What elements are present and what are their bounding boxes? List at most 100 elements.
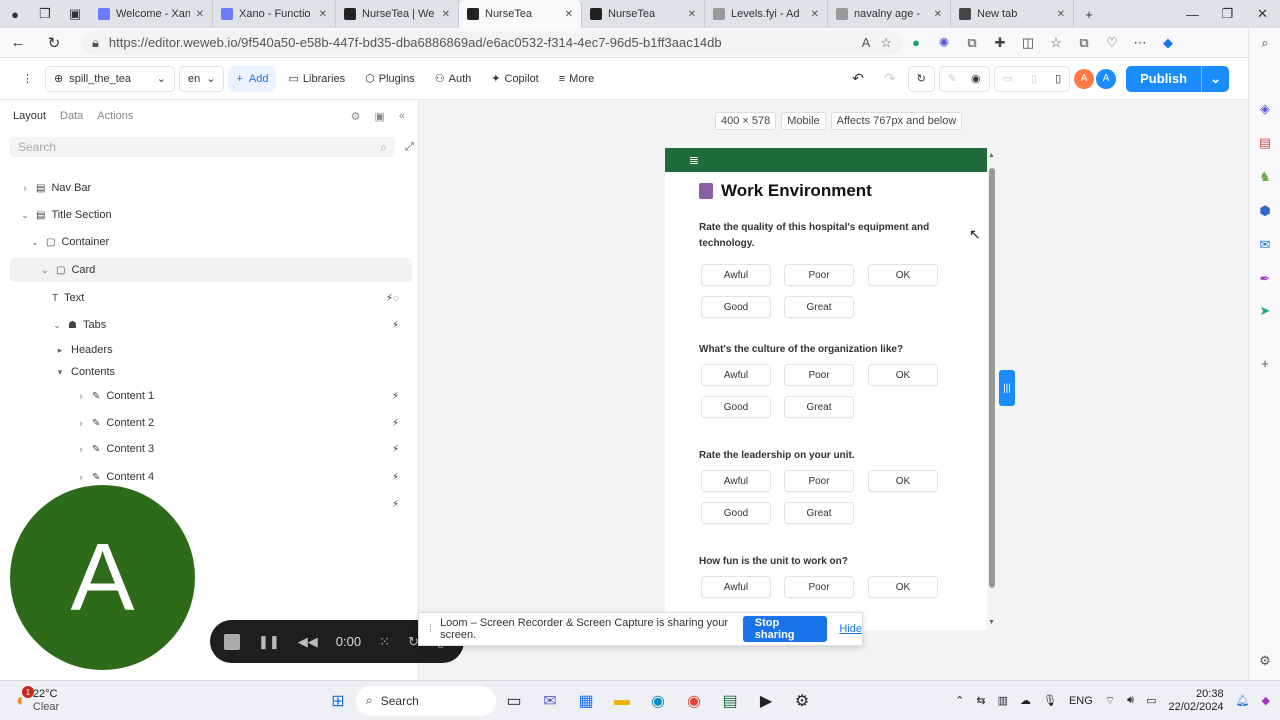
favorites-icon[interactable]: ☆ bbox=[1042, 35, 1070, 51]
project-select[interactable]: ⊕ spill_the_tea ⌄ bbox=[45, 65, 175, 92]
grammarly-icon[interactable]: ● bbox=[902, 35, 930, 50]
browser-tab[interactable]: NurseTea ✕ bbox=[459, 0, 582, 28]
scroll-up-icon[interactable]: ▲ bbox=[988, 152, 995, 159]
microphone-icon[interactable]: 🎙︎ bbox=[1043, 694, 1057, 707]
clock[interactable]: 20:38 22/02/2024 bbox=[1169, 688, 1224, 714]
settings-icon[interactable]: ⚙ bbox=[351, 110, 361, 123]
tab-actions[interactable]: Actions bbox=[97, 110, 133, 123]
bind-bolt-icon[interactable]: ⚡︎ bbox=[392, 320, 399, 331]
hamburger-menu-icon[interactable]: ≣ bbox=[689, 153, 699, 167]
refresh-icon[interactable]: ↻ bbox=[36, 34, 72, 52]
tree-item-title-section[interactable]: ⌄ ▤ Title Section bbox=[20, 203, 111, 227]
close-tab-icon[interactable]: ✕ bbox=[196, 9, 204, 20]
hide-link[interactable]: Hide bbox=[839, 623, 862, 635]
preview-eye-icon[interactable]: ◉ bbox=[971, 72, 981, 85]
tree-item-tabs[interactable]: ⌄ ☗ Tabs ⚡︎ bbox=[52, 313, 419, 337]
split-screen-icon[interactable]: ◫ bbox=[1014, 35, 1042, 51]
plugins-button[interactable]: ⬡ Plugins bbox=[357, 72, 423, 86]
bind-bolt-icon[interactable]: ⚡︎ bbox=[392, 444, 399, 455]
close-tab-icon[interactable]: ✕ bbox=[565, 9, 573, 20]
search-icon[interactable]: ⌕ bbox=[1256, 34, 1274, 52]
close-tab-icon[interactable]: ✕ bbox=[688, 9, 696, 20]
volume-icon[interactable]: 🔊︎ bbox=[1127, 694, 1134, 707]
add-button[interactable]: + Add bbox=[228, 65, 277, 92]
media-player-icon[interactable]: ▶ bbox=[748, 685, 784, 717]
browser-tab[interactable]: NurseTea | We ✕ bbox=[336, 0, 459, 28]
tablet-icon[interactable]: ▯ bbox=[1031, 72, 1037, 85]
avatar[interactable]: A bbox=[1074, 68, 1095, 89]
rating-option-button[interactable]: OK bbox=[868, 364, 938, 386]
browser-tab[interactable]: New tab ✕ bbox=[951, 0, 1074, 28]
tree-item-content-2[interactable]: › ✎ Content 2 ⚡︎ bbox=[76, 411, 419, 435]
outlook-icon[interactable]: ✉ bbox=[1256, 236, 1274, 254]
browser-tab[interactable]: navalny age - ✕ bbox=[828, 0, 951, 28]
tray-app-icon[interactable]: ⇆ bbox=[976, 694, 985, 707]
cloud-icon[interactable]: ☁ bbox=[1020, 694, 1031, 707]
devtools-icon[interactable]: ⧉ bbox=[958, 35, 986, 51]
rating-option-button[interactable]: Great bbox=[784, 296, 854, 318]
close-tab-icon[interactable]: ✕ bbox=[934, 9, 942, 20]
games-icon[interactable]: ♞ bbox=[1256, 168, 1274, 186]
rating-option-button[interactable]: Poor bbox=[784, 264, 854, 286]
bind-bolt-icon[interactable]: ⚡︎ bbox=[392, 418, 399, 429]
rating-option-button[interactable]: Good bbox=[701, 502, 771, 524]
more-button[interactable]: ≡ More bbox=[551, 73, 602, 85]
browser-tab[interactable]: NurseTea ✕ bbox=[582, 0, 705, 28]
rating-option-button[interactable]: Awful bbox=[701, 470, 771, 492]
rating-option-button[interactable]: Awful bbox=[701, 576, 771, 598]
copilot-icon[interactable]: ◆ bbox=[1262, 694, 1270, 707]
tree-item-content-1[interactable]: › ✎ Content 1 ⚡︎ bbox=[76, 384, 419, 408]
rating-option-button[interactable]: OK bbox=[868, 576, 938, 598]
tab-data[interactable]: Data bbox=[60, 110, 83, 123]
rating-option-button[interactable]: Poor bbox=[784, 470, 854, 492]
language-indicator[interactable]: ENG bbox=[1069, 695, 1093, 707]
bind-bolt-icon[interactable]: ⚡︎ bbox=[392, 391, 399, 402]
start-icon[interactable]: ⊞ bbox=[320, 685, 356, 717]
designer-icon[interactable]: ✒ bbox=[1256, 270, 1274, 288]
rating-option-button[interactable]: Awful bbox=[701, 364, 771, 386]
bind-bolt-icon[interactable]: ⚡︎ bbox=[392, 499, 399, 510]
url-field[interactable]: 🔒︎ https://editor.weweb.io/9f540a50-e58b… bbox=[82, 30, 902, 55]
tab-layout[interactable]: Layout bbox=[13, 110, 46, 123]
grid-icon[interactable]: ⁙ bbox=[379, 634, 390, 650]
drag-handle-icon[interactable]: ⁞ bbox=[429, 623, 432, 635]
settings-icon[interactable]: ⚙ bbox=[784, 685, 820, 717]
preview-scrollbar[interactable]: ▲ ▼ bbox=[987, 148, 998, 630]
sync-icon[interactable]: ↻ bbox=[907, 65, 935, 92]
rating-option-button[interactable]: Poor bbox=[784, 576, 854, 598]
tree-item-headers[interactable]: ▸ Headers bbox=[55, 338, 113, 362]
workspaces-icon[interactable]: ❐ bbox=[30, 0, 60, 28]
scrollbar-thumb[interactable] bbox=[989, 168, 995, 588]
file-explorer-icon[interactable]: ▬ bbox=[604, 685, 640, 717]
editor-menu-button[interactable]: ⋮ bbox=[14, 66, 41, 92]
read-aloud-icon[interactable]: A bbox=[862, 35, 871, 50]
pause-icon[interactable]: ❚❚ bbox=[258, 634, 280, 650]
resize-handle[interactable]: ||| bbox=[999, 370, 1015, 406]
edge-icon[interactable]: ◉ bbox=[640, 685, 676, 717]
send-icon[interactable]: ➤ bbox=[1256, 302, 1274, 320]
browser-tab[interactable]: Levels.fyi - Ad ✕ bbox=[705, 0, 828, 28]
close-tab-icon[interactable]: ✕ bbox=[811, 9, 819, 20]
collections-icon[interactable]: ⧉ bbox=[1070, 35, 1098, 51]
extensions-icon[interactable]: ✚ bbox=[986, 35, 1014, 51]
edit-pen-icon[interactable]: ✎ bbox=[948, 72, 957, 85]
mobile-icon[interactable]: ▯ bbox=[1055, 72, 1061, 85]
tree-item-content-3[interactable]: › ✎ Content 3 ⚡︎ bbox=[76, 437, 419, 461]
taskbar-search[interactable]: ⌕ Search bbox=[356, 685, 496, 716]
browser-essentials-icon[interactable]: ♡ bbox=[1098, 35, 1126, 51]
rating-option-button[interactable]: Awful bbox=[701, 264, 771, 286]
avatar[interactable]: A bbox=[1096, 68, 1117, 89]
tree-item-nav-bar[interactable]: › ▤ Nav Bar bbox=[20, 176, 92, 200]
store-icon[interactable]: ▦ bbox=[568, 685, 604, 717]
close-tab-icon[interactable]: ✕ bbox=[319, 9, 327, 20]
minimize-icon[interactable]: — bbox=[1175, 7, 1210, 22]
battery-icon[interactable]: ▭ bbox=[1146, 694, 1156, 707]
toolbox-icon[interactable]: ▤ bbox=[1256, 134, 1274, 152]
notification-bell-icon[interactable]: 🔔︎ bbox=[1236, 694, 1250, 707]
rating-option-button[interactable]: OK bbox=[868, 470, 938, 492]
add-sidebar-icon[interactable]: + bbox=[1256, 354, 1274, 372]
tree-item-content-4[interactable]: › ✎ Content 4 ⚡︎ bbox=[76, 465, 419, 489]
tree-item-container[interactable]: ⌄ ▢ Container bbox=[30, 230, 109, 254]
menu-dots-icon[interactable]: ⋯ bbox=[1126, 35, 1154, 51]
settings-icon[interactable]: ⚙ bbox=[1256, 652, 1274, 670]
